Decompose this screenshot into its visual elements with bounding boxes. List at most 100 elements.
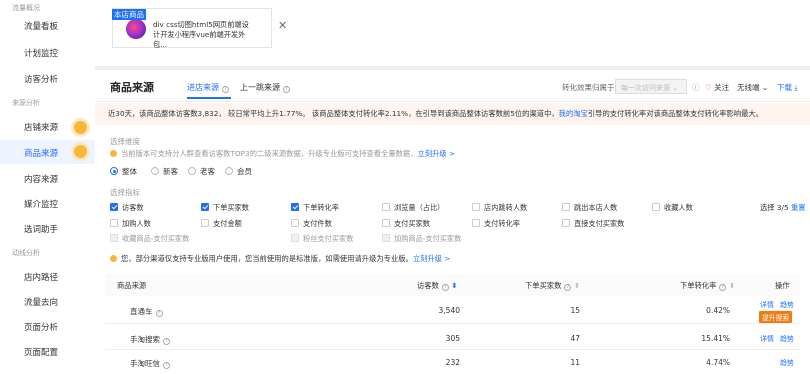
sidebar-item-content-source[interactable]: 内容来源 [24, 173, 58, 185]
tab-label: 上一跳来源 [240, 83, 280, 92]
metric-favorites[interactable]: 收藏人数 [652, 203, 693, 213]
sidebar-item-plan-monitor[interactable]: 计划监控 [24, 47, 58, 59]
radio-new-customer[interactable]: 新客 [151, 166, 178, 177]
th-visitors[interactable]: 访客数? ⬍ [417, 281, 457, 291]
follow-button[interactable]: ♡ 关注 [705, 82, 729, 93]
metric-add-cart[interactable]: 加购人数 [110, 219, 151, 229]
product-thumbnail [126, 19, 146, 39]
source-name-text: 直通车 [130, 307, 153, 316]
insight-text: 近30天，该商品整体访客数3,832， 较日常平均上升1.77%。 该商品整体支… [108, 109, 559, 118]
trend-link[interactable]: 趋势 [780, 358, 794, 368]
help-icon[interactable]: ? [283, 86, 290, 93]
metric-pay-items[interactable]: 支付件数 [291, 219, 332, 229]
table-row: 手淘搜索? 305 47 15.41% 详情 趋势 [105, 326, 800, 350]
cell-buyers: 11 [570, 358, 580, 367]
th-text: 下单买家数 [525, 281, 562, 290]
device-select[interactable]: 无线端 ⌄ [737, 82, 768, 93]
metric-order-buyers[interactable]: 下单买家数 [201, 203, 249, 213]
metric-bounce[interactable]: 跳出本店人数 [562, 203, 617, 213]
follow-label: 关注 [714, 83, 730, 92]
attribution-select[interactable]: 每一次访问来源 ⌄ [615, 79, 687, 94]
chevron-down-icon: ⌄ [672, 84, 679, 92]
radio-dot-icon [151, 167, 159, 175]
metric-visitors[interactable]: 访客数 [110, 203, 144, 213]
sidebar-item-shop-source[interactable]: 店铺来源 [24, 121, 58, 133]
checkbox-icon [201, 219, 209, 227]
info-dot-icon [110, 150, 117, 157]
metric-text: 支付买家数 [394, 219, 430, 228]
sidebar-item-flow-out[interactable]: 流量去向 [24, 296, 58, 308]
trend-link[interactable]: 趋势 [780, 300, 794, 310]
checkbox-icon [562, 203, 570, 211]
radio-old-customer[interactable]: 老客 [188, 166, 215, 177]
metric-text: 下单转化率 [303, 203, 339, 212]
sort-icon[interactable]: ⬍ [574, 281, 580, 290]
th-buyers[interactable]: 下单买家数? ⬍ [525, 281, 580, 291]
table-header: 商品来源 访客数? ⬍ 下单买家数? ⬍ 下单转化率? ⬍ 操作 [105, 274, 800, 296]
download-button[interactable]: 下载 ⤓ [777, 82, 798, 93]
detail-link[interactable]: 详情 [760, 334, 774, 344]
tab-previous-source[interactable]: 上一跳来源? [240, 82, 290, 93]
heart-icon: ♡ [705, 83, 712, 92]
sidebar-item-page-config[interactable]: 页面配置 [24, 346, 58, 358]
radio-label: 新客 [163, 167, 178, 176]
metric-pay-amount[interactable]: 支付金额 [201, 219, 242, 229]
upgrade-link[interactable]: 立刻升级 > [418, 149, 456, 158]
metric-pay-rate[interactable]: 支付转化率 [472, 219, 520, 229]
sidebar-item-shop-path[interactable]: 店内路径 [24, 271, 58, 283]
help-icon[interactable]: ⓘ [692, 82, 700, 93]
metric-pageviews[interactable]: 浏览量（占比） [382, 203, 444, 213]
help-icon[interactable]: ? [222, 86, 229, 93]
sidebar-item-visitor-analysis[interactable]: 访客分析 [24, 73, 58, 85]
source-name: 直通车? [130, 306, 163, 317]
sidebar-item-media-monitor[interactable]: 媒介监控 [24, 198, 58, 210]
upgrade-link[interactable]: 立刻升级 > [413, 254, 451, 263]
help-icon[interactable]: ? [441, 284, 449, 291]
selected-count-text: 选择 3/5 [760, 203, 789, 212]
product-title: div css切图html5网页前端设计开发小程序vue前端开发外包... [153, 20, 249, 49]
radio-overall[interactable]: 整体 [110, 166, 137, 177]
help-icon[interactable]: ? [163, 362, 170, 369]
insight-link[interactable]: 我的淘宝 [559, 109, 588, 118]
table-row: 手淘旺信? 232 11 4.74% 趋势 [105, 351, 800, 374]
radio-label: 整体 [122, 167, 137, 176]
th-source: 商品来源 [117, 281, 147, 290]
th-rate[interactable]: 下单转化率? ⬍ [680, 281, 735, 291]
metric-direct-pay-buyers[interactable]: 直接支付买家数 [562, 219, 624, 229]
sidebar-item-keyword-helper[interactable]: 选词助手 [24, 223, 58, 235]
tab-in-shop-source[interactable]: 进店来源? [187, 82, 229, 93]
radio-member[interactable]: 会员 [225, 166, 252, 177]
radio-label: 老客 [200, 167, 215, 176]
version-tip-text: 您，部分渠道仅支持专业版用户使用，您当前使用的是标准版，如需使用请升级为专业版。 [121, 254, 413, 263]
sidebar-item-page-analysis[interactable]: 页面分析 [24, 321, 58, 333]
close-icon[interactable]: ✕ [278, 19, 287, 32]
sidebar-item-flow-board[interactable]: 流量看板 [24, 20, 58, 32]
help-icon[interactable]: ? [719, 284, 727, 291]
reset-link[interactable]: 重置 [791, 203, 806, 212]
checkbox-icon [472, 203, 480, 211]
boost-search-button[interactable]: 提升搜索 [759, 311, 793, 323]
checkbox-icon [110, 203, 118, 211]
insight-text-end: 引导的支付转化率对该商品整体支付转化率影响最大。 [587, 109, 763, 118]
metric-text: 收藏人数 [664, 203, 693, 212]
metric-fav-pay-buyers: 收藏商品-支付买家数 [110, 234, 189, 244]
metric-order-rate[interactable]: 下单转化率 [291, 203, 339, 213]
detail-link[interactable]: 详情 [760, 300, 774, 310]
info-dot-icon [110, 255, 117, 262]
metric-cart-pay-buyers: 加购商品-支付买家数 [382, 234, 461, 244]
sort-desc-icon[interactable]: ⬍ [451, 281, 457, 290]
metric-text: 支付件数 [303, 219, 332, 228]
sidebar-item-product-source[interactable]: 商品来源 [24, 147, 58, 159]
metric-text: 访客数 [122, 203, 144, 212]
sort-icon[interactable]: ⬍ [729, 281, 735, 290]
help-icon[interactable]: ? [163, 338, 170, 345]
metric-pay-buyers[interactable]: 支付买家数 [382, 219, 430, 229]
radio-dot-icon [188, 167, 196, 175]
trend-link[interactable]: 趋势 [780, 334, 794, 344]
help-icon[interactable]: ? [564, 284, 572, 291]
help-icon[interactable]: ? [155, 310, 163, 317]
checkbox-icon [110, 219, 118, 227]
sidebar-group-overview: 流量概况 [12, 4, 40, 12]
th-text: 访客数 [417, 281, 439, 290]
metric-in-shop-jump[interactable]: 店内跳转人数 [472, 203, 527, 213]
